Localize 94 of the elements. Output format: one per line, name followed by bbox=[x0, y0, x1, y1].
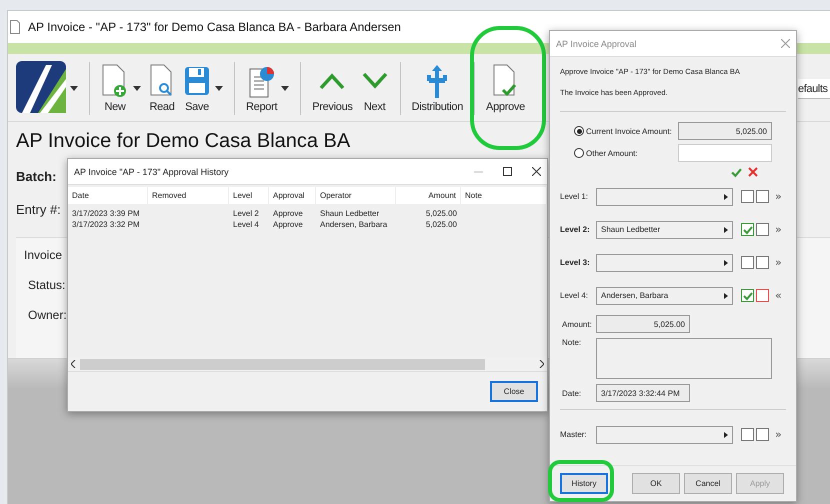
level-label: Level 4: bbox=[560, 291, 590, 300]
table-cell-text: Level 2 bbox=[232, 208, 260, 219]
option-label: Current Invoice Amount: bbox=[586, 126, 673, 136]
date-label: Date: bbox=[561, 388, 582, 398]
table-cell-text: Approve bbox=[272, 208, 304, 219]
dropdown-caret-icon[interactable] bbox=[215, 86, 223, 91]
page-heading: AP Invoice for Demo Casa Blanca BA bbox=[16, 130, 350, 153]
toolbar-button[interactable]: Report bbox=[242, 60, 282, 117]
field-label: Status: bbox=[27, 278, 66, 292]
document-check-icon bbox=[492, 64, 518, 98]
approver-dropdown[interactable]: Shaun Ledbetter bbox=[596, 220, 733, 238]
toolbar-button[interactable]: Save bbox=[179, 60, 215, 117]
approve-checkbox[interactable] bbox=[741, 428, 754, 441]
reject-checkbox[interactable] bbox=[756, 223, 769, 236]
approver-dropdown[interactable] bbox=[596, 188, 733, 206]
dialog-button[interactable]: OK bbox=[632, 473, 680, 494]
dropdown-arrow-icon bbox=[724, 292, 728, 298]
close-icon[interactable] bbox=[532, 167, 541, 176]
radio-button[interactable] bbox=[574, 148, 584, 158]
expand-toggle[interactable]: » bbox=[771, 428, 786, 441]
scroll-right-icon[interactable] bbox=[539, 360, 544, 368]
amount-label: Amount: bbox=[561, 320, 593, 328]
reject-checkbox[interactable] bbox=[756, 190, 769, 203]
dropdown-arrow-icon bbox=[724, 432, 728, 438]
highlight-ring bbox=[548, 460, 614, 502]
dialog-button[interactable]: History bbox=[560, 473, 608, 494]
table-cell-text: 3/17/2023 3:32 PM bbox=[71, 219, 141, 230]
table-cell-text: 5,025.00 bbox=[424, 208, 458, 219]
table-cell-text: Shaun Ledbetter bbox=[319, 208, 380, 219]
date-field: 3/17/2023 3:32:44 PM bbox=[596, 384, 690, 402]
amount-field: 5,025.00 bbox=[678, 122, 772, 140]
distribution-icon bbox=[425, 64, 450, 98]
toolbar-button[interactable]: New bbox=[97, 60, 133, 117]
note-label: Note: bbox=[561, 338, 582, 347]
save-icon bbox=[183, 64, 211, 98]
amount-input[interactable] bbox=[678, 144, 772, 162]
dropdown-arrow-icon bbox=[724, 260, 728, 266]
window-title: AP Invoice - "AP - 173" for Demo Casa Blanca BA - Barbara Andersen bbox=[28, 20, 401, 34]
check-icon bbox=[742, 290, 752, 300]
group-title: Invoice bbox=[24, 248, 62, 262]
close-button[interactable]: Close bbox=[490, 381, 538, 402]
approver-dropdown[interactable] bbox=[596, 254, 733, 272]
expand-toggle[interactable]: » bbox=[771, 256, 786, 269]
dialog-title: AP Invoice Approval bbox=[556, 38, 636, 48]
logo-icon bbox=[16, 60, 66, 112]
toolbar-button[interactable]: Distribution bbox=[408, 60, 468, 117]
table-cell-text: 5,025.00 bbox=[424, 219, 458, 230]
level-label: Level 3: bbox=[560, 258, 591, 267]
expand-toggle[interactable]: « bbox=[771, 289, 786, 302]
dropdown-arrow-icon bbox=[724, 226, 728, 232]
cross-icon bbox=[748, 167, 758, 177]
option-label: Other Amount: bbox=[586, 148, 639, 158]
approve-checkbox[interactable] bbox=[741, 223, 754, 236]
toolbar-button[interactable]: Read bbox=[145, 60, 179, 117]
approver-dropdown[interactable]: Andersen, Barbara bbox=[596, 286, 733, 304]
note-field[interactable] bbox=[596, 338, 772, 379]
field-label: Batch: bbox=[16, 169, 56, 184]
scroll-left-icon[interactable] bbox=[71, 360, 76, 368]
dropdown-caret-icon[interactable] bbox=[281, 86, 290, 91]
field-label: Entry #: bbox=[16, 202, 61, 217]
toolbar-button[interactable]: Previous bbox=[308, 60, 357, 117]
table-cell-text: Approve bbox=[272, 219, 304, 230]
table-cell-text: Andersen, Barbara bbox=[319, 219, 388, 230]
scrollbar-thumb[interactable] bbox=[80, 358, 485, 370]
expand-toggle[interactable]: » bbox=[771, 190, 786, 203]
dropdown-arrow-icon bbox=[724, 194, 728, 200]
level-label: Level 2: bbox=[560, 225, 591, 234]
dropdown-caret-icon[interactable] bbox=[70, 86, 78, 91]
radio-button[interactable] bbox=[574, 126, 584, 136]
level-label: Master: bbox=[560, 430, 588, 439]
table-cell-text: Level 4 bbox=[232, 219, 260, 230]
toolbar-button[interactable]: Next bbox=[356, 60, 393, 117]
reject-checkbox[interactable] bbox=[756, 289, 769, 302]
approve-checkbox[interactable] bbox=[741, 256, 754, 269]
table-cell-text: 3/17/2023 3:39 PM bbox=[71, 208, 141, 219]
approve-checkbox[interactable] bbox=[741, 289, 754, 302]
level-label: Level 1: bbox=[560, 192, 590, 201]
toolbar-button[interactable]: Approve bbox=[482, 60, 529, 117]
approve-checkbox[interactable] bbox=[741, 190, 754, 203]
check-icon bbox=[731, 166, 742, 178]
report-chart-icon bbox=[246, 64, 277, 98]
amount-field: 5,025.00 bbox=[596, 315, 690, 333]
dialog-title: AP Invoice "AP - 173" Approval History bbox=[74, 166, 229, 176]
check-icon bbox=[742, 224, 752, 234]
field-label: Owner: bbox=[27, 308, 67, 322]
approver-dropdown[interactable] bbox=[596, 426, 733, 444]
dropdown-caret-icon[interactable] bbox=[133, 86, 141, 91]
dialog-button[interactable]: Cancel bbox=[684, 473, 732, 494]
reject-checkbox[interactable] bbox=[756, 428, 769, 441]
defaults-button[interactable]: efaults bbox=[798, 79, 830, 99]
reject-checkbox[interactable] bbox=[756, 256, 769, 269]
expand-toggle[interactable]: » bbox=[771, 223, 786, 236]
maximize-icon[interactable] bbox=[503, 167, 512, 176]
new-document-icon bbox=[101, 64, 129, 98]
